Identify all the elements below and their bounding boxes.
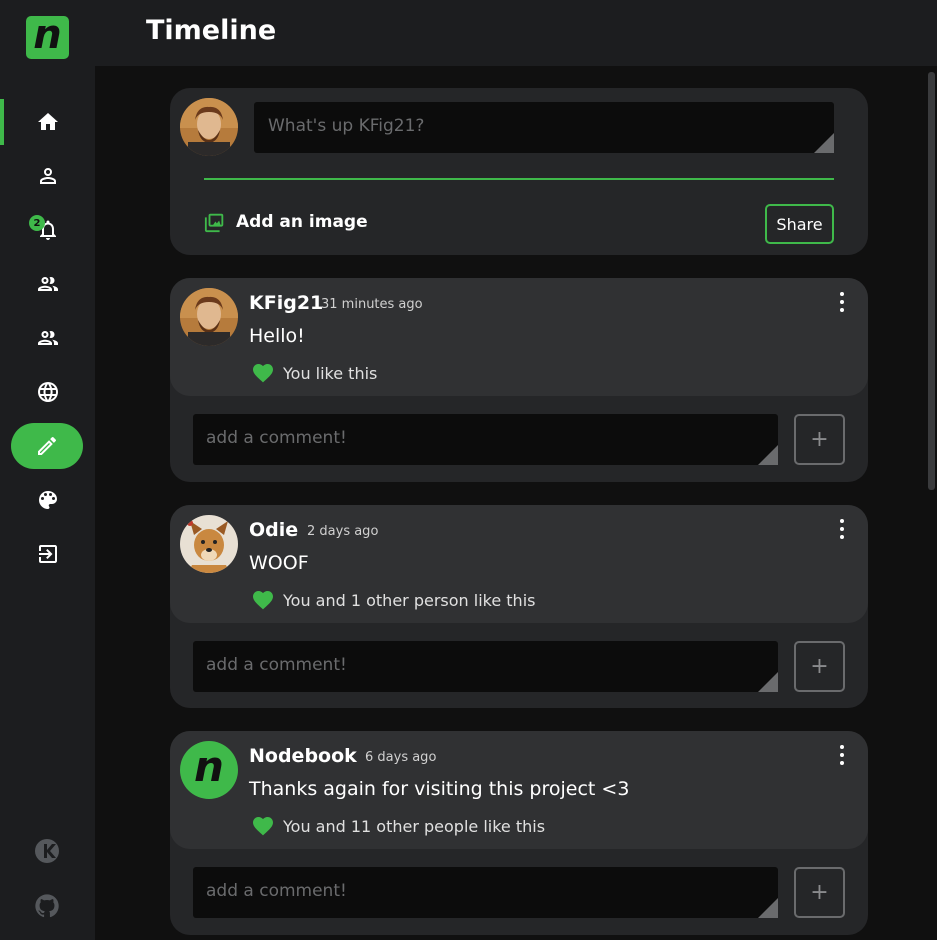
logo-letter: n (33, 12, 62, 58)
comment-input[interactable]: add a comment! (193, 867, 778, 918)
post-body: Odie 2 days ago WOOF You and 1 other per… (170, 505, 868, 623)
post-composer: What's up KFig21? Add an image Share (170, 88, 868, 255)
status-input-placeholder: What's up KFig21? (268, 116, 425, 136)
nav-profile[interactable] (0, 153, 95, 199)
comment-placeholder: add a comment! (206, 428, 347, 448)
resize-handle[interactable] (758, 672, 778, 692)
comment-placeholder: add a comment! (206, 881, 347, 901)
post-time: 6 days ago (365, 750, 437, 765)
nav-people[interactable] (0, 315, 95, 361)
post-card: n Nodebook 6 days ago Thanks again for v… (170, 731, 868, 935)
github-icon (35, 894, 59, 918)
comment-input[interactable]: add a comment! (193, 414, 778, 465)
post-body: KFig21 31 minutes ago Hello! You like th… (170, 278, 868, 396)
divider (204, 178, 834, 180)
nav-friends[interactable] (0, 261, 95, 307)
page-title: Timeline (146, 15, 277, 46)
nav-theme[interactable] (0, 477, 95, 523)
post-time: 31 minutes ago (321, 297, 423, 312)
resize-handle[interactable] (758, 445, 778, 465)
post-time: 2 days ago (307, 524, 379, 539)
avatar[interactable] (180, 288, 238, 346)
user-avatar-image (180, 98, 238, 156)
more-options-icon[interactable] (838, 519, 846, 539)
nav-explore[interactable] (0, 369, 95, 415)
like-button[interactable]: You and 1 other person like this (251, 588, 535, 612)
likes-text: You like this (283, 363, 378, 383)
post-text: Thanks again for visiting this project <… (249, 778, 630, 800)
k-logo-icon (35, 839, 59, 863)
globe-icon (37, 382, 58, 402)
post-author[interactable]: Nodebook (249, 745, 357, 767)
sidebar: n 2 (0, 0, 95, 940)
like-button[interactable]: You and 11 other people like this (251, 814, 545, 838)
more-options-icon[interactable] (838, 292, 846, 312)
notification-badge: 2 (29, 215, 45, 231)
palette-icon (38, 491, 57, 509)
add-comment-button[interactable]: + (794, 414, 845, 465)
add-comment-button[interactable]: + (794, 867, 845, 918)
post-card: KFig21 31 minutes ago Hello! You like th… (170, 278, 868, 482)
post-author[interactable]: Odie (249, 519, 298, 541)
post-card: Odie 2 days ago WOOF You and 1 other per… (170, 505, 868, 708)
more-options-icon[interactable] (838, 745, 846, 765)
github-link[interactable] (33, 892, 61, 920)
dog-avatar-image (180, 515, 238, 573)
image-icon (204, 213, 224, 233)
person-icon (39, 168, 56, 184)
heart-icon (253, 817, 273, 836)
top-bar: Timeline (95, 0, 937, 66)
nav-new-post[interactable] (11, 423, 83, 469)
add-image-label: Add an image (236, 212, 368, 232)
scrollbar[interactable] (928, 72, 935, 490)
people-icon (37, 277, 58, 291)
avatar[interactable]: n (180, 741, 238, 799)
add-image-button[interactable]: Add an image (204, 211, 368, 233)
comment-input[interactable]: add a comment! (193, 641, 778, 692)
status-input[interactable]: What's up KFig21? (254, 102, 834, 153)
post-text: WOOF (249, 552, 309, 574)
share-button[interactable]: Share (765, 204, 834, 244)
like-button[interactable]: You like this (251, 361, 377, 385)
nav-notifications[interactable]: 2 (0, 207, 95, 253)
heart-icon (253, 591, 273, 610)
avatar[interactable] (180, 515, 238, 573)
people-icon (37, 331, 58, 345)
nav-home[interactable] (0, 99, 95, 145)
likes-text: You and 11 other people like this (283, 816, 546, 836)
user-avatar-image (180, 288, 238, 346)
nav-logout[interactable] (0, 531, 95, 577)
resize-handle[interactable] (758, 898, 778, 918)
likes-text: You and 1 other person like this (283, 590, 536, 610)
k-logo-link[interactable] (33, 837, 61, 865)
pencil-icon (38, 436, 57, 455)
app-logo[interactable]: n (26, 12, 69, 59)
avatar-letter: n (194, 742, 224, 791)
comment-placeholder: add a comment! (206, 655, 347, 675)
resize-handle[interactable] (814, 133, 834, 153)
post-author[interactable]: KFig21 (249, 292, 323, 314)
heart-icon (253, 364, 273, 383)
post-body: n Nodebook 6 days ago Thanks again for v… (170, 731, 868, 849)
avatar (180, 98, 238, 156)
post-text: Hello! (249, 325, 305, 347)
logout-icon (38, 545, 57, 563)
add-comment-button[interactable]: + (794, 641, 845, 692)
home-icon (37, 113, 58, 130)
